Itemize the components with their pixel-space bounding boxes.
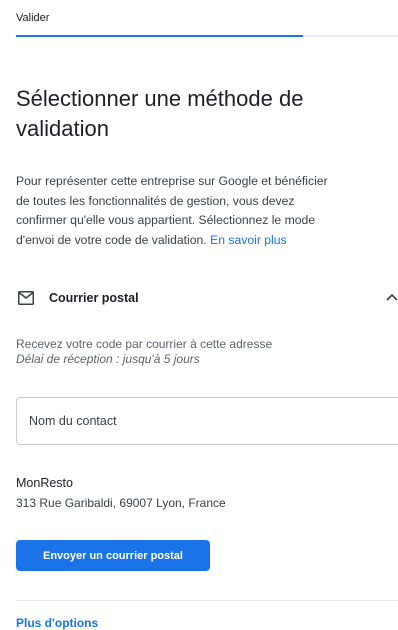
page-title: Sélectionner une méthode de validation xyxy=(16,86,304,141)
mail-icon xyxy=(18,291,34,305)
method-label: Courrier postal xyxy=(49,291,139,305)
delivery-delay: Délai de réception : jusqu'à 5 jours xyxy=(16,352,200,366)
postal-mail-method-header[interactable]: Courrier postal xyxy=(16,286,398,310)
contact-name-field[interactable] xyxy=(16,397,398,445)
progress-bar xyxy=(16,35,398,37)
send-postal-mail-button[interactable]: Envoyer un courrier postal xyxy=(16,540,210,571)
page-description: Pour représenter cette entreprise sur Go… xyxy=(16,172,398,250)
description-line-last: d'envoi de votre code de validation. En … xyxy=(16,231,398,251)
description-line: Pour représenter cette entreprise sur Go… xyxy=(16,174,328,188)
business-address: 313 Rue Garibaldi, 69007 Lyon, France xyxy=(16,496,226,510)
description-line: de toutes les fonctionnalités de gestion… xyxy=(16,193,295,208)
chevron-up-icon[interactable] xyxy=(386,292,398,302)
learn-more-link[interactable]: En savoir plus xyxy=(210,233,287,247)
divider xyxy=(16,600,398,601)
step-label: Valider xyxy=(16,12,50,24)
contact-name-input[interactable] xyxy=(29,398,389,444)
more-options-link[interactable]: Plus d'options xyxy=(16,616,98,630)
description-line: confirmer qu'elle vous appartient. Sélec… xyxy=(16,213,316,227)
business-name: MonResto xyxy=(16,476,73,490)
progress-bar-fill xyxy=(16,35,303,37)
description-line-text: d'envoi de votre code de validation. xyxy=(16,232,207,247)
receive-instructions: Recevez votre code par courrier à cette … xyxy=(16,337,273,351)
